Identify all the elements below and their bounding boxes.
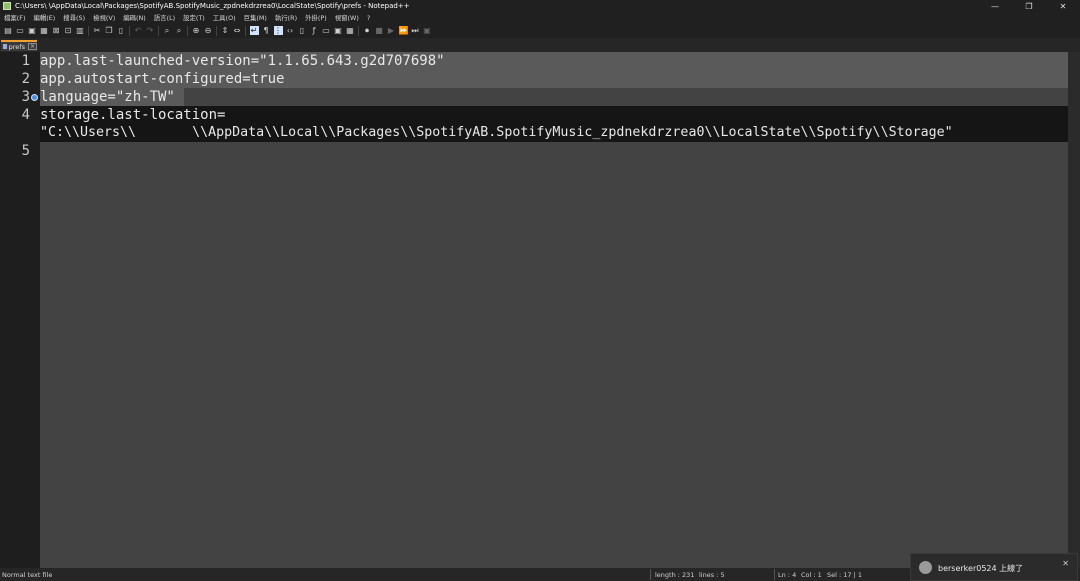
toolbar-separator xyxy=(358,25,359,36)
word-wrap-icon[interactable]: ↵ xyxy=(249,26,259,35)
menu-window[interactable]: 視窗(W) xyxy=(331,13,363,22)
play-macro-icon[interactable]: ▶ xyxy=(387,26,396,35)
code-line[interactable]: app.last-launched-version="1.1.65.643.g2… xyxy=(40,53,445,69)
open-file-icon[interactable]: ▭ xyxy=(16,26,25,35)
toolbar-separator xyxy=(245,25,246,36)
monitor-icon[interactable]: ▣ xyxy=(334,26,343,35)
notification-text: berserker0524 上線了 xyxy=(938,564,1024,573)
copy-icon[interactable]: ❐ xyxy=(105,26,114,35)
show-all-chars-icon[interactable]: ¶ xyxy=(262,26,271,35)
folder-workspace-icon[interactable]: ▭ xyxy=(322,26,331,35)
sel-label: Sel : 17 | 1 xyxy=(827,571,862,579)
tab-label: prefs xyxy=(8,42,25,51)
menu-macro[interactable]: 巨集(M) xyxy=(240,13,271,22)
code-line[interactable]: "C:\\Users\\ \\AppData\\Local\\Packages\… xyxy=(40,125,953,140)
close-all-icon[interactable]: ⊡ xyxy=(64,26,73,35)
avatar xyxy=(919,561,932,574)
paste-icon[interactable]: ▯ xyxy=(117,26,126,35)
undo-icon[interactable]: ↶ xyxy=(134,26,143,35)
line-number: 1 xyxy=(21,53,30,69)
ln-label: Ln : 4 xyxy=(778,571,797,579)
file-type-label: Normal text file xyxy=(2,571,53,579)
menu-language[interactable]: 語言(L) xyxy=(150,13,179,22)
editor-area[interactable]: 1 2 3 4 5 app.last-launched-version="1.1… xyxy=(0,52,1080,568)
menu-plugins[interactable]: 外掛(P) xyxy=(301,13,331,22)
notification-close-icon[interactable]: ✕ xyxy=(1062,559,1069,568)
length-label: length : 231 xyxy=(655,571,695,579)
toolbar-separator xyxy=(88,25,89,36)
menu-file[interactable]: 檔案(F) xyxy=(0,13,29,22)
save-icon[interactable]: ▣ xyxy=(28,26,37,35)
new-file-icon[interactable]: ▤ xyxy=(4,26,13,35)
save-all-icon[interactable]: ▦ xyxy=(40,26,49,35)
menu-bar: 檔案(F) 編輯(E) 搜尋(S) 檢視(V) 編碼(N) 語言(L) 設定(T… xyxy=(0,12,1080,23)
zoom-in-icon[interactable]: ⊕ xyxy=(192,26,201,35)
line-number: 5 xyxy=(21,143,30,159)
notepadpp-app-icon xyxy=(3,2,11,10)
menu-run[interactable]: 執行(R) xyxy=(271,13,301,22)
close-file-icon[interactable]: ⊠ xyxy=(52,26,61,35)
menu-encoding[interactable]: 編碼(N) xyxy=(119,13,150,22)
replace-icon[interactable]: ⌕ xyxy=(175,26,184,35)
tab-prefs[interactable]: prefs × xyxy=(1,40,37,51)
code-line[interactable]: app.autostart-configured=true xyxy=(40,71,284,87)
maximize-button[interactable]: ❐ xyxy=(1012,2,1046,11)
xml-tag-icon[interactable]: ‹› xyxy=(286,26,295,35)
play-multiple-macro-icon[interactable]: ⏩ xyxy=(399,26,408,35)
toolbar-separator xyxy=(129,25,130,36)
find-icon[interactable]: ⌕ xyxy=(163,26,172,35)
line-number: 2 xyxy=(21,71,30,87)
saved-disk-icon xyxy=(3,44,7,49)
title-bar: C:\Users\ \AppData\Local\Packages\Spotif… xyxy=(0,0,1080,12)
toolbar: ▤ ▭ ▣ ▦ ⊠ ⊡ ▥ ✂ ❐ ▯ ↶ ↷ ⌕ ⌕ ⊕ ⊖ ⇕ ⇔ ↵ ¶ … xyxy=(0,23,1080,38)
zoom-out-icon[interactable]: ⊖ xyxy=(204,26,213,35)
status-divider xyxy=(650,569,651,580)
menu-view[interactable]: 檢視(V) xyxy=(89,13,119,22)
toolbar-separator xyxy=(158,25,159,36)
save-macro-icon[interactable]: ▣ xyxy=(423,26,432,35)
vertical-scrollbar[interactable] xyxy=(1068,52,1080,568)
tab-bar: prefs × xyxy=(0,38,1080,52)
cut-icon[interactable]: ✂ xyxy=(93,26,102,35)
menu-tools[interactable]: 工具(O) xyxy=(209,13,240,22)
col-label: Col : 1 xyxy=(801,571,822,579)
sync-horizontal-icon[interactable]: ⇔ xyxy=(233,26,242,35)
status-divider xyxy=(774,569,775,580)
indent-guide-icon[interactable]: ⋮ xyxy=(273,26,283,35)
line-number: 3 xyxy=(21,89,30,105)
toolbar-separator xyxy=(187,25,188,36)
bookmark-icon[interactable] xyxy=(31,94,38,101)
lines-label: lines : 5 xyxy=(699,571,725,579)
run-macro-multiple-icon[interactable]: ⏭ xyxy=(411,26,420,35)
menu-settings[interactable]: 設定(T) xyxy=(179,13,209,22)
code-line[interactable]: storage.last-location= xyxy=(40,107,225,123)
function-list-icon[interactable]: ƒ xyxy=(310,26,319,35)
record-macro-icon[interactable]: ⏺ xyxy=(363,26,372,35)
line-number-gutter[interactable] xyxy=(0,52,40,568)
tab-close-icon[interactable]: × xyxy=(27,43,37,50)
stop-macro-icon[interactable]: ■ xyxy=(375,26,384,35)
toolbar-separator xyxy=(216,25,217,36)
notification-toast[interactable]: berserker0524 上線了 ✕ xyxy=(910,553,1078,581)
menu-edit[interactable]: 編輯(E) xyxy=(29,13,59,22)
code-line[interactable]: language="zh-TW" xyxy=(40,89,175,105)
close-button[interactable]: ✕ xyxy=(1046,2,1080,11)
print-icon[interactable]: ▥ xyxy=(76,26,85,35)
menu-help[interactable]: ? xyxy=(363,14,374,22)
minimize-button[interactable]: — xyxy=(978,2,1012,11)
window-title: C:\Users\ \AppData\Local\Packages\Spotif… xyxy=(15,2,410,10)
redo-icon[interactable]: ↷ xyxy=(146,26,155,35)
doc-map-icon[interactable]: ▯ xyxy=(298,26,307,35)
doc-switcher-icon[interactable]: ▦ xyxy=(346,26,355,35)
sync-vertical-icon[interactable]: ⇕ xyxy=(221,26,230,35)
line-number: 4 xyxy=(21,107,30,123)
menu-search[interactable]: 搜尋(S) xyxy=(59,13,89,22)
